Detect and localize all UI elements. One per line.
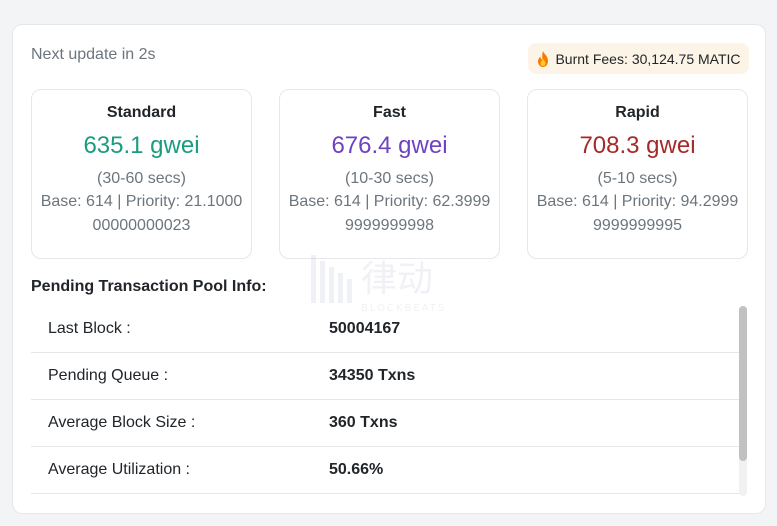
gas-tier-price: 676.4 gwei	[331, 132, 448, 159]
gas-tier-time: (5-10 secs)	[597, 170, 678, 187]
burnt-fees-badge: Burnt Fees: 30,124.75 MATIC	[528, 43, 749, 74]
scrollbar-track[interactable]	[739, 306, 747, 496]
gas-card-standard: Standard 635.1 gwei (30-60 secs) Base: 6…	[31, 89, 252, 259]
scrollbar-thumb[interactable]	[739, 306, 747, 461]
gas-tier-title: Standard	[106, 104, 177, 121]
gas-tier-title: Rapid	[615, 104, 660, 121]
row-label: Average Block Size :	[48, 414, 196, 431]
row-value: 34350 Txns	[329, 367, 416, 384]
burnt-fees-value: 30,124.75 MATIC	[631, 50, 741, 67]
gas-tier-time: (10-30 secs)	[345, 170, 434, 187]
burnt-fees-label: Burnt Fees:	[555, 50, 628, 67]
table-row: Pending Queue : 34350 Txns	[31, 353, 740, 400]
gas-tier-price: 708.3 gwei	[579, 132, 696, 159]
gas-card-fast: Fast 676.4 gwei (10-30 secs) Base: 614 |…	[279, 89, 500, 259]
gas-tier-title: Fast	[373, 104, 406, 121]
watermark-text: 律动	[361, 259, 433, 300]
gas-tier-detail: Base: 614 | Priority: 94.29999999999995	[536, 193, 739, 234]
gas-tier-detail: Base: 614 | Priority: 21.100000000000023	[40, 193, 243, 234]
gas-card-rapid: Rapid 708.3 gwei (5-10 secs) Base: 614 |…	[527, 89, 748, 259]
row-value: 360 Txns	[329, 414, 398, 431]
table-row: Average Block Size : 360 Txns	[31, 400, 740, 447]
gas-tracker-card: Next update in 2s Burnt Fees: 30,124.75 …	[12, 24, 766, 514]
gas-tier-price: 635.1 gwei	[83, 132, 200, 159]
row-label: Average Utilization :	[48, 461, 190, 478]
fire-icon	[536, 50, 550, 67]
row-value: 50.66%	[329, 461, 384, 478]
row-label: Pending Queue :	[48, 367, 169, 384]
gas-tier-time: (30-60 secs)	[97, 170, 186, 187]
gas-tier-detail: Base: 614 | Priority: 62.39999999999998	[288, 193, 491, 234]
table-row: Average Utilization : 50.66%	[31, 447, 740, 494]
row-label: Last Block :	[48, 320, 131, 337]
row-value: 50004167	[329, 320, 401, 337]
next-update-text: Next update in 2s	[31, 46, 156, 63]
pool-heading: Pending Transaction Pool Info:	[31, 278, 267, 295]
pool-info-table[interactable]: Last Block : 50004167 Pending Queue : 34…	[31, 306, 740, 494]
table-row: Last Block : 50004167	[31, 306, 740, 353]
